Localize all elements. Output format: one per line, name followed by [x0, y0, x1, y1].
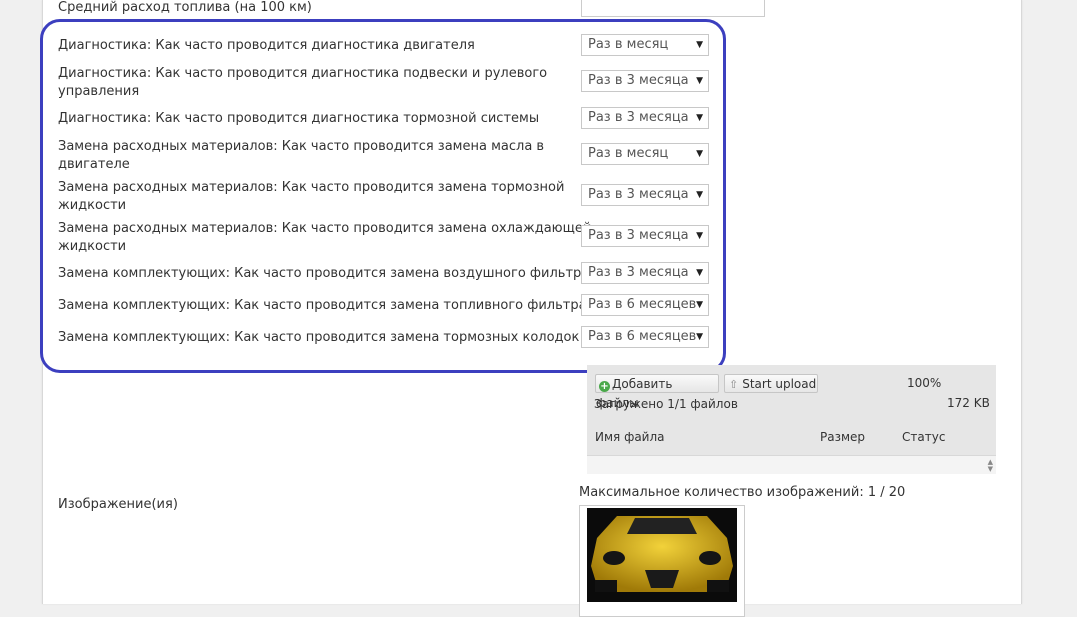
start-upload-label: Start upload	[742, 377, 817, 391]
file-list-scrollbar[interactable]: ▲ ▼	[587, 455, 996, 474]
images-label: Изображение(ия)	[58, 497, 178, 512]
highlight-frame	[40, 19, 726, 373]
image-thumbnail[interactable]	[579, 505, 745, 617]
upload-total-size: 172 KB	[947, 396, 990, 410]
fuel-consumption-input[interactable]	[581, 0, 765, 17]
upload-percent: 100%	[907, 376, 942, 390]
col-status: Статус	[902, 430, 946, 444]
file-uploader: + Добавить файлы ⇧ Start upload 100% Загру…	[587, 365, 996, 474]
scroll-down-icon[interactable]: ▼	[988, 466, 993, 473]
images-max-count: Максимальное количество изображений: 1 /…	[579, 485, 906, 500]
fuel-consumption-label: Средний расход топлива (на 100 км)	[58, 0, 312, 15]
start-upload-button[interactable]: ⇧ Start upload	[724, 374, 818, 393]
add-files-button[interactable]: + Добавить файлы	[595, 374, 719, 410]
upload-status: Загружено 1/1 файлов	[594, 397, 738, 411]
col-size: Размер	[820, 430, 866, 444]
car-image	[587, 508, 737, 602]
upload-arrow-icon: ⇧	[729, 378, 739, 391]
col-file-name: Имя файла	[595, 430, 665, 444]
plus-circle-icon: +	[599, 381, 610, 392]
